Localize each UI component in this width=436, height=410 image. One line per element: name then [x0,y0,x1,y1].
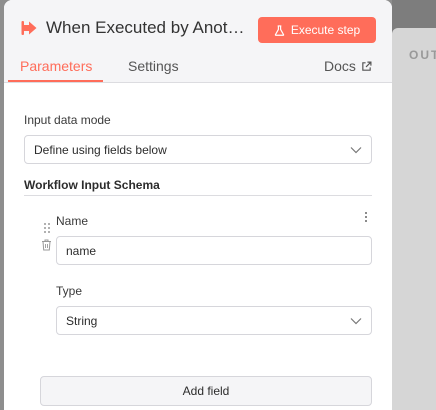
section-divider [24,195,372,196]
input-data-mode-value: Define using fields below [34,142,167,157]
workflow-input-schema-title: Workflow Input Schema [24,178,160,192]
field-type-value: String [66,313,98,328]
flask-icon [274,24,285,36]
docs-label: Docs [324,58,356,74]
tab-settings[interactable]: Settings [128,58,179,74]
execute-step-label: Execute step [290,23,361,37]
chevron-down-icon [350,318,362,325]
tab-parameters[interactable]: Parameters [20,58,92,74]
input-data-mode-label: Input data mode [24,113,111,127]
field-name-label: Name [56,214,89,228]
sign-in-icon [21,21,37,35]
trash-icon[interactable] [41,239,52,251]
node-parameters-panel: When Executed by Another Workflow Execut… [4,0,392,410]
field-type-label: Type [56,284,83,298]
more-vertical-icon[interactable] [364,211,368,223]
chevron-down-icon [350,147,362,154]
panel-header: When Executed by Another Workflow Execut… [4,0,392,83]
execute-step-button[interactable]: Execute step [258,17,376,43]
docs-link[interactable]: Docs [324,58,372,74]
external-link-icon [362,61,372,71]
field-name-value: name [66,243,97,258]
node-title[interactable]: When Executed by Another Workflow [46,18,246,38]
input-data-mode-select[interactable]: Define using fields below [24,135,372,164]
field-type-select[interactable]: String [56,306,372,335]
drag-handle-icon[interactable] [43,222,51,234]
add-field-button[interactable]: Add field [40,376,372,406]
output-panel: OUT [392,28,436,410]
active-tab-indicator [8,80,103,82]
output-panel-label: OUT [409,48,436,62]
field-name-input[interactable]: name [56,236,372,265]
